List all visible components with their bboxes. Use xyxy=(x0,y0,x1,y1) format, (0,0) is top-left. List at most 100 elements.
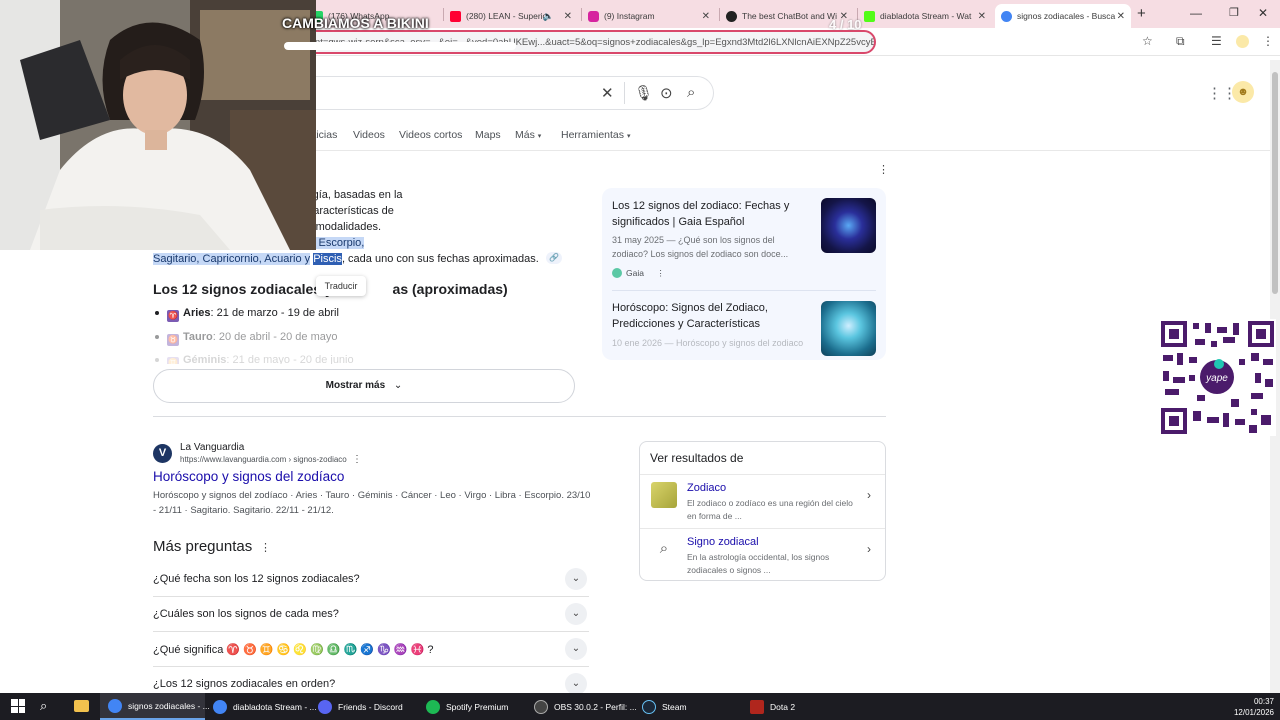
show-more-button[interactable]: Mostrar más ⌄ xyxy=(153,369,575,403)
taskbar-item-obs[interactable]: OBS 30.0.2 - Perfil: ... xyxy=(526,693,637,720)
taskbar-item-chrome-stream[interactable]: diabladota Stream - ... xyxy=(205,693,317,720)
taskbar-item-label: Dota 2 xyxy=(770,701,796,712)
chevron-right-icon[interactable]: › xyxy=(867,488,871,502)
chevron-down-icon[interactable]: ⌄ xyxy=(565,673,587,693)
see-results-item-desc: El zodiaco o zodíaco es una región del c… xyxy=(687,498,853,521)
ai-overview-text: , cada uno con sus fechas aproximadas. xyxy=(341,253,539,265)
source-link-icon[interactable]: 🔗 xyxy=(546,252,562,264)
tab-label: (280) LEAN - Superio xyxy=(466,11,548,21)
profile-avatar[interactable] xyxy=(1236,35,1249,48)
paa-question-text: ¿Los 12 signos zodiacales en orden? xyxy=(153,678,336,690)
stream-goal-title: CAMBIAMOS A BIKINI xyxy=(282,15,429,31)
menu-kebab-icon[interactable]: ⋮ xyxy=(1262,34,1274,48)
gemini-icon: ♊ xyxy=(167,357,179,364)
paa-question[interactable]: ¿Los 12 signos zodiacales en orden? ⌄ xyxy=(153,667,589,693)
close-icon[interactable]: ✕ xyxy=(564,11,572,22)
paa-question[interactable]: ¿Cuáles son los signos de cada mes? ⌄ xyxy=(153,597,589,632)
close-icon[interactable]: ✕ xyxy=(702,11,710,22)
kick-icon xyxy=(864,10,875,22)
minimize-icon[interactable]: — xyxy=(1190,6,1202,20)
audio-icon[interactable]: 🔈 xyxy=(543,11,554,22)
clear-search-icon[interactable]: ✕ xyxy=(601,84,614,102)
people-also-ask-title: Más preguntas xyxy=(153,538,253,555)
scrollbar-thumb[interactable] xyxy=(1272,72,1278,294)
discord-icon xyxy=(318,699,332,714)
close-icon[interactable]: ✕ xyxy=(978,11,986,22)
google-account-avatar[interactable]: ☻ xyxy=(1232,81,1254,103)
clock-time: 00:37 xyxy=(1253,697,1274,706)
list-item: ♊ Géminis: 21 de mayo - 20 de junio xyxy=(155,354,354,364)
card-menu-icon[interactable]: ⋮ xyxy=(656,268,665,278)
nav-short-videos[interactable]: Videos cortos xyxy=(399,129,462,141)
tab-instagram[interactable]: (9) Instagram ✕ xyxy=(582,4,716,28)
voice-search-icon[interactable]: 🎙 xyxy=(634,84,653,102)
taskbar-item-steam[interactable]: Steam xyxy=(634,693,738,720)
paa-menu-icon[interactable]: ⋮ xyxy=(260,541,271,554)
windows-start-icon[interactable] xyxy=(11,699,25,713)
window-close-icon[interactable]: ✕ xyxy=(1258,6,1268,20)
tab-youtube[interactable]: (280) LEAN - Superio 🔈 ✕ xyxy=(444,4,578,28)
taskbar-item-chrome-search[interactable]: signos zodiacales - ... xyxy=(100,693,210,720)
nav-tools[interactable]: Herramientas ▾ xyxy=(561,129,630,141)
google-icon xyxy=(1001,10,1012,22)
bookmark-star-icon[interactable]: ☆ xyxy=(1142,34,1153,48)
file-explorer-icon[interactable] xyxy=(74,700,89,712)
chevron-down-icon[interactable]: ⌄ xyxy=(565,603,587,625)
card-title[interactable]: Los 12 signos del zodiaco: Fechas y sign… xyxy=(612,198,812,230)
see-results-item-title[interactable]: Zodiaco xyxy=(687,482,726,494)
paa-question[interactable]: ¿Qué significa ♈ ♉ ♊ ♋ ♌ ♍ ♎ ♏ ♐ ♑ ♒ ♓ ?… xyxy=(153,632,589,667)
taskbar-item-spotify[interactable]: Spotify Premium xyxy=(418,693,522,720)
new-tab-button[interactable]: + xyxy=(1137,5,1146,22)
nav-more[interactable]: Más ▾ xyxy=(515,129,541,141)
result-snippet: Horóscopo y signos del zodíaco · Aries ·… xyxy=(153,490,591,516)
search-icon[interactable]: ⌕ xyxy=(40,698,47,714)
chevron-down-icon[interactable]: ⌄ xyxy=(565,638,587,660)
source-card[interactable]: Los 12 signos del zodiaco: Fechas y sign… xyxy=(602,188,886,290)
youtube-icon xyxy=(450,10,461,22)
close-icon[interactable]: ✕ xyxy=(1117,11,1125,22)
system-clock[interactable]: 00:37 12/01/2026 xyxy=(1234,696,1274,718)
see-results-about-panel: Ver resultados de Zodiaco El zodiaco o z… xyxy=(639,441,886,581)
media-controls-icon[interactable]: ☰ xyxy=(1211,34,1222,48)
dota2-icon xyxy=(750,699,764,714)
sign-dates: 21 de mayo - 20 de junio xyxy=(232,354,354,364)
see-results-heading: Ver resultados de xyxy=(650,451,744,465)
tab-label: diabladota Stream - Wat xyxy=(880,11,972,21)
result-url[interactable]: https://www.lavanguardia.com › signos-zo… xyxy=(180,455,347,464)
tab-kick-stream[interactable]: diabladota Stream - Wat ✕ xyxy=(858,4,992,28)
maximize-icon[interactable]: ❐ xyxy=(1229,6,1239,19)
ai-overview-menu-icon[interactable]: ⋮ xyxy=(878,163,889,176)
selected-word: Piscis xyxy=(313,253,342,265)
see-results-item-desc: En la astrología occidental, los signos … xyxy=(687,552,830,575)
nav-videos[interactable]: Videos xyxy=(353,129,385,141)
taskbar-item-discord[interactable]: Friends - Discord xyxy=(310,693,414,720)
taskbar-item-label: OBS 30.0.2 - Perfil: ... xyxy=(554,701,637,712)
see-results-item-title[interactable]: Signo zodiacal xyxy=(687,536,759,548)
card-source: Gaia ⋮ xyxy=(612,268,665,279)
paa-question-text: ¿Cuáles son los signos de cada mes? xyxy=(153,608,339,620)
instagram-icon xyxy=(588,10,599,22)
result-site-name[interactable]: La Vanguardia xyxy=(180,442,244,453)
chevron-down-icon[interactable]: ⌄ xyxy=(565,568,587,590)
nav-tools-label: Herramientas xyxy=(561,129,625,141)
lens-search-icon[interactable]: ⊙ xyxy=(660,84,673,102)
chatbot-icon xyxy=(726,10,737,22)
paa-question[interactable]: ¿Qué fecha son los 12 signos zodiacales?… xyxy=(153,562,589,597)
see-results-item[interactable]: Zodiaco El zodiaco o zodíaco es una regi… xyxy=(640,474,885,528)
tab-google-search[interactable]: signos zodiacales - Busca ✕ xyxy=(995,4,1131,28)
taskbar-item-dota2[interactable]: Dota 2 xyxy=(742,693,846,720)
card-title[interactable]: Horóscopo: Signos del Zodiaco, Prediccio… xyxy=(612,300,812,332)
qr-code-image: yape xyxy=(1159,319,1276,436)
result-menu-icon[interactable]: ⋮ xyxy=(352,454,362,465)
search-icon[interactable]: ⌕ xyxy=(687,84,695,101)
gaia-logo xyxy=(612,268,622,278)
chevron-right-icon[interactable]: › xyxy=(867,542,871,556)
translate-tooltip[interactable]: Traducir xyxy=(316,276,366,296)
see-results-item[interactable]: ⌕ Signo zodiacal En la astrología occide… xyxy=(640,528,885,582)
taurus-icon: ♉ xyxy=(167,334,179,346)
result-title-link[interactable]: Horóscopo y signos del zodíaco xyxy=(153,469,344,484)
extensions-icon[interactable]: ⧉ xyxy=(1176,34,1185,49)
sign-dates: 21 de marzo - 19 de abril xyxy=(216,307,339,319)
nav-maps[interactable]: Maps xyxy=(475,129,501,141)
source-card[interactable]: Horóscopo: Signos del Zodiaco, Prediccio… xyxy=(602,290,886,360)
